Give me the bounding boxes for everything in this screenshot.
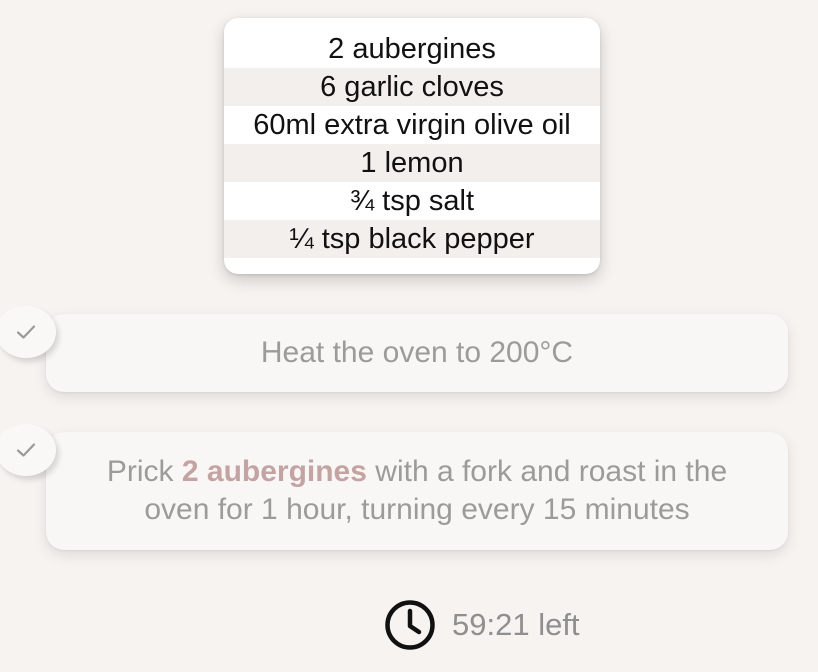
ingredient-item: ¼ tsp black pepper [224,220,600,258]
timer[interactable]: 59:21 left [384,597,580,653]
timer-remaining: 59:21 left [452,607,580,642]
ingredient-item: 2 aubergines [328,33,496,65]
step-card[interactable]: Heat the oven to 200°C [46,314,788,392]
step-card[interactable]: Prick 2 aubergines with a fork and roast… [46,432,788,550]
clock-icon [385,600,435,650]
ingredient-list: 2 aubergines 6 garlic cloves 60ml extra … [224,18,600,258]
checkmark-icon [16,325,36,339]
ingredient-item: ¾ tsp salt [349,185,475,217]
ingredient-item: 6 garlic cloves [224,68,600,106]
ingredient-item: 1 lemon [224,144,600,182]
ingredient-highlight[interactable]: 2 aubergines [182,455,367,488]
step-text: Heat the oven to 200°C [260,336,574,369]
checkmark-icon [16,443,36,457]
step-text-before: Prick [106,455,182,488]
ingredient-item: 60ml extra virgin olive oil [253,109,571,141]
ingredients-card: 2 aubergines 6 garlic cloves 60ml extra … [224,18,600,274]
step-text: Prick 2 aubergines with a fork and roast… [46,453,788,529]
